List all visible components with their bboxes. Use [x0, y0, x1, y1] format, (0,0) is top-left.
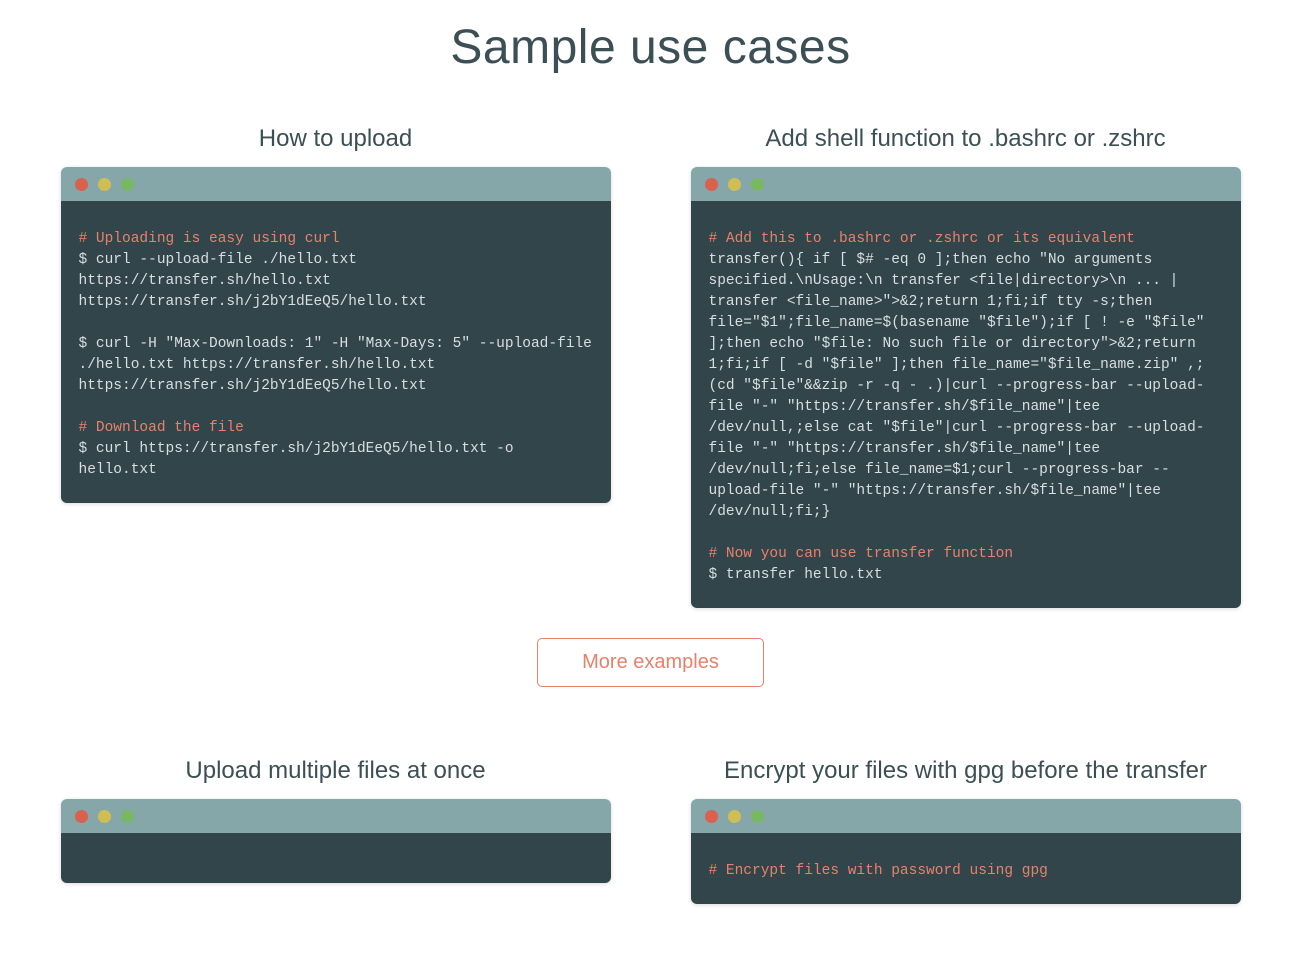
code-line: $ transfer hello.txt — [709, 567, 883, 583]
terminal-window: # Encrypt files with password using gpg — [691, 799, 1241, 904]
terminal-body: # Uploading is easy using curl $ curl --… — [61, 201, 611, 503]
terminal-titlebar — [61, 167, 611, 201]
example-how-to-upload: How to upload # Uploading is easy using … — [61, 115, 611, 608]
code-line: $ curl --upload-file ./hello.txt https:/… — [79, 252, 366, 289]
code-line: transfer(){ if [ $# -eq 0 ];then echo "N… — [709, 252, 1214, 520]
more-examples-button[interactable]: More examples — [537, 638, 764, 687]
terminal-titlebar — [61, 799, 611, 833]
code-comment: # Download the file — [79, 420, 244, 436]
window-zoom-icon — [121, 178, 134, 191]
terminal-window: # Uploading is easy using curl $ curl --… — [61, 167, 611, 503]
code-comment: # Now you can use transfer function — [709, 546, 1014, 562]
window-minimize-icon — [728, 810, 741, 823]
example-encrypt-gpg: Encrypt your files with gpg before the t… — [691, 747, 1241, 904]
window-close-icon — [75, 178, 88, 191]
code-line: $ curl -H "Max-Downloads: 1" -H "Max-Day… — [79, 336, 601, 373]
example-title: Add shell function to .bashrc or .zshrc — [691, 125, 1241, 153]
terminal-body: # Add this to .bashrc or .zshrc or its e… — [691, 201, 1241, 608]
example-shell-function: Add shell function to .bashrc or .zshrc … — [691, 115, 1241, 608]
window-close-icon — [705, 810, 718, 823]
terminal-body — [61, 833, 611, 883]
example-upload-multiple: Upload multiple files at once — [61, 747, 611, 904]
code-comment: # Uploading is easy using curl — [79, 231, 340, 247]
code-comment: # Add this to .bashrc or .zshrc or its e… — [709, 231, 1135, 247]
code-line: $ curl https://transfer.sh/j2bY1dEeQ5/he… — [79, 441, 523, 478]
terminal-window — [61, 799, 611, 883]
example-title: How to upload — [61, 125, 611, 153]
window-zoom-icon — [751, 178, 764, 191]
code-line: https://transfer.sh/j2bY1dEeQ5/hello.txt — [79, 294, 427, 310]
window-minimize-icon — [98, 178, 111, 191]
window-minimize-icon — [728, 178, 741, 191]
window-close-icon — [75, 810, 88, 823]
terminal-window: # Add this to .bashrc or .zshrc or its e… — [691, 167, 1241, 608]
terminal-titlebar — [691, 167, 1241, 201]
window-zoom-icon — [121, 810, 134, 823]
example-title: Upload multiple files at once — [61, 757, 611, 785]
terminal-body: # Encrypt files with password using gpg — [691, 833, 1241, 904]
window-zoom-icon — [751, 810, 764, 823]
code-line: https://transfer.sh/j2bY1dEeQ5/hello.txt — [79, 378, 427, 394]
code-comment: # Encrypt files with password using gpg — [709, 863, 1048, 879]
terminal-titlebar — [691, 799, 1241, 833]
window-minimize-icon — [98, 810, 111, 823]
window-close-icon — [705, 178, 718, 191]
page-title: Sample use cases — [61, 20, 1241, 75]
example-title: Encrypt your files with gpg before the t… — [691, 757, 1241, 785]
